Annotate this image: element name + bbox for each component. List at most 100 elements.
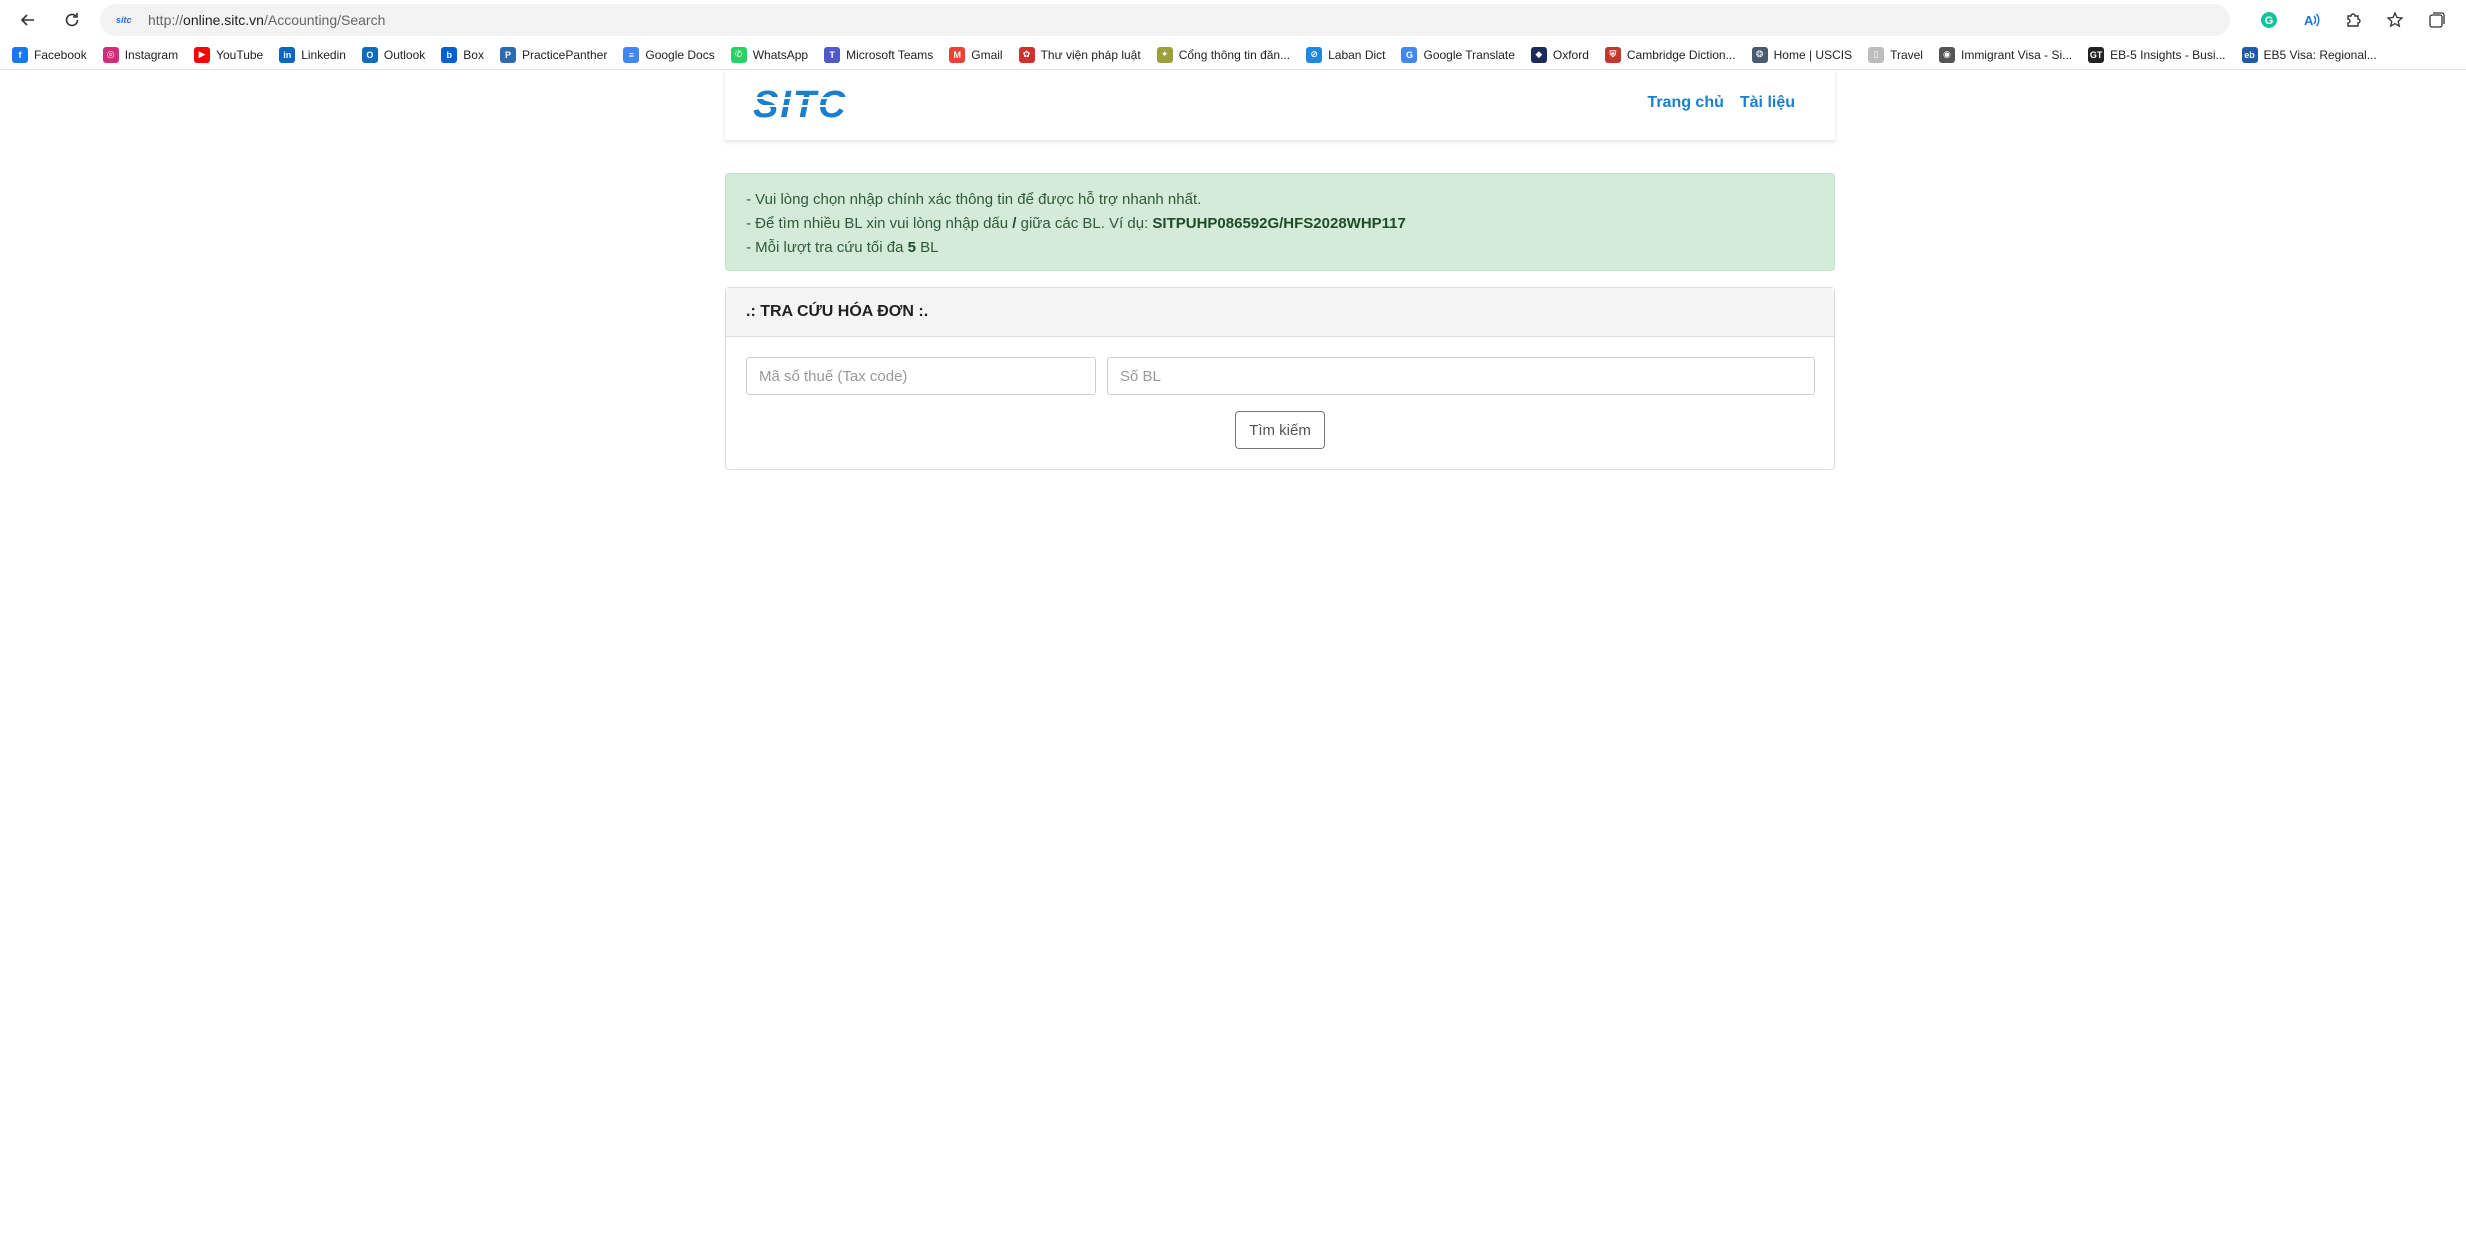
travel-icon: ▯ [1868,46,1885,63]
laban-icon: ⊘ [1306,46,1323,63]
bookmark-label: Thư viện pháp luật [1040,47,1141,62]
bookmark-label: YouTube [216,47,264,62]
url-path: /Accounting/Search [263,12,386,28]
bookmark-item[interactable]: G Google Translate [1401,46,1515,63]
bookmark-item[interactable]: ⊘ Laban Dict [1306,46,1386,63]
thuvienphapluat-icon: ✿ [1018,46,1035,63]
site-favicon-icon: sitc [116,15,132,25]
bookmark-item[interactable]: f Facebook [12,46,87,63]
bookmark-item[interactable]: ▶ YouTube [194,46,264,63]
main-nav: Trang chủ Tài liệu [1647,94,1795,112]
bookmark-label: Gmail [971,47,1003,62]
portal-icon: ✦ [1156,46,1173,63]
bookmark-label: Cambridge Diction... [1626,47,1736,62]
tax-code-input[interactable] [746,357,1096,395]
bookmark-label: Cổng thông tin đăn... [1178,47,1291,62]
bookmark-label: EB-5 Insights - Busi... [2110,47,2226,62]
bookmark-item[interactable]: ≡ Google Docs [623,46,715,63]
grammarly-extension-icon[interactable]: G [2254,5,2284,35]
svg-text:G: G [2265,15,2274,27]
bookmark-item[interactable]: ✿ Thư viện pháp luật [1018,46,1141,63]
nav-docs-link[interactable]: Tài liệu [1740,94,1795,112]
box-icon: b [441,46,458,63]
oxford-icon: ◆ [1530,46,1547,63]
bookmark-item[interactable]: ✦ Cổng thông tin đăn... [1156,46,1291,63]
facebook-icon: f [12,46,28,63]
read-aloud-icon[interactable]: A [2296,5,2326,35]
bookmark-item[interactable]: GT EB-5 Insights - Busi... [2088,46,2226,63]
notice-line-2: - Để tìm nhiều BL xin vui lòng nhập dấu … [746,215,1406,232]
bookmark-item[interactable]: ◎ Instagram [102,46,179,63]
bookmark-label: Microsoft Teams [846,47,934,62]
bookmark-item[interactable]: eb EB5 Visa: Regional... [2241,46,2377,63]
site-header: SITC Trang chủ Tài liệu [725,70,1835,140]
notice-line-3: - Mỗi lượt tra cứu tối đa 5 BL [746,239,939,256]
linkedin-icon: in [279,46,296,63]
bookmark-item[interactable]: ◆ Oxford [1530,46,1589,63]
max-bl-count: 5 [907,239,916,256]
bookmark-item[interactable]: in Linkedin [279,46,346,63]
sitc-logo[interactable]: SITC [749,84,909,124]
bookmark-item[interactable]: ✆ WhatsApp [730,46,809,63]
bookmark-label: PracticePanther [521,47,608,62]
url-scheme: http:// [148,12,184,28]
bookmark-item[interactable]: b Box [441,46,484,63]
info-alert: - Vui lòng chọn nhập chính xác thông tin… [725,173,1835,271]
gmail-icon: M [949,46,966,63]
bookmark-item[interactable]: M Gmail [949,46,1003,63]
immigrant-visa-icon: ◉ [1938,46,1955,63]
eb5-visa-icon: eb [2241,46,2258,63]
bookmark-label: Home | USCIS [1773,47,1853,62]
instagram-icon: ◎ [102,46,119,63]
bookmark-item[interactable]: O Outlook [361,46,425,63]
notice-line-1: - Vui lòng chọn nhập chính xác thông tin… [746,191,1202,208]
practicepanther-icon: P [499,46,516,63]
bookmark-label: Box [463,47,484,62]
bookmark-item[interactable]: ❂ Home | USCIS [1751,46,1853,63]
bookmark-label: Laban Dict [1328,47,1386,62]
url-host: online.sitc.vn [183,12,264,28]
bookmark-label: Facebook [34,47,87,62]
collections-icon[interactable] [2422,5,2452,35]
bookmarks-bar: f Facebook ◎ Instagram ▶ YouTube in Linkedin O Ou… [0,40,2466,70]
bookmark-label: Travel [1890,47,1923,62]
extensions-bar: G A [2254,4,2466,36]
reload-icon [65,13,79,27]
favorites-star-icon[interactable] [2380,5,2410,35]
bookmark-label: Google Docs [645,47,715,62]
whatsapp-icon: ✆ [730,46,747,63]
nav-home-link[interactable]: Trang chủ [1647,94,1723,112]
bookmark-label: Google Translate [1423,47,1515,62]
uscis-icon: ❂ [1751,46,1768,63]
bookmark-label: Immigrant Visa - Si... [1960,47,2073,62]
bookmark-item[interactable]: ⛨ Cambridge Diction... [1604,46,1736,63]
cambridge-icon: ⛨ [1604,46,1621,63]
bookmark-label: Instagram [124,47,179,62]
bookmark-item[interactable]: T Microsoft Teams [824,46,934,63]
bookmark-item[interactable]: ▯ Travel [1868,46,1923,63]
browser-toolbar: sitc http://online.sitc.vn/Accounting/Se… [0,0,2466,40]
bookmark-label: EB5 Visa: Regional... [2263,47,2377,62]
logo-text: SITC [753,84,848,124]
bl-number-input[interactable] [1107,357,1815,395]
bookmark-label: Oxford [1552,47,1589,62]
youtube-icon: ▶ [194,46,211,63]
panel-title: .: TRA CỨU HÓA ĐƠN :. [726,288,1834,337]
bookmark-label: WhatsApp [752,47,809,62]
bl-example: SITPUHP086592G/HFS2028WHP117 [1152,215,1406,232]
address-bar[interactable]: sitc http://online.sitc.vn/Accounting/Se… [100,4,2230,36]
search-button[interactable]: Tìm kiếm [1235,411,1325,449]
translate-icon: G [1401,46,1418,63]
eb5-insights-icon: GT [2088,46,2105,63]
google-docs-icon: ≡ [623,46,640,63]
bookmark-item[interactable]: P PracticePanther [499,46,608,63]
outlook-icon: O [361,46,378,63]
teams-icon: T [824,46,841,63]
bookmark-label: Linkedin [301,47,346,62]
bookmark-item[interactable]: ◉ Immigrant Visa - Si... [1938,46,2073,63]
extensions-puzzle-icon[interactable] [2338,5,2368,35]
svg-text:A: A [2304,13,2314,28]
back-button[interactable] [12,4,44,36]
back-arrow-icon [20,14,34,26]
reload-button[interactable] [56,4,88,36]
